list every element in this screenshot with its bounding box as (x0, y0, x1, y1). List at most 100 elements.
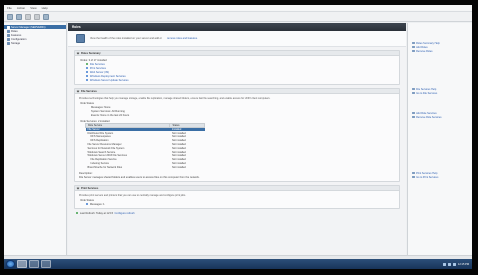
status-line: Events: None in the last 24 hours (91, 113, 130, 117)
action-label: Remove Roles (416, 49, 433, 53)
arrow-right-icon (412, 91, 415, 95)
storage-icon (7, 41, 10, 45)
refresh-icon (76, 212, 79, 215)
main-pane: Roles View the health of the roles insta… (68, 23, 406, 255)
add-remove-roles-link[interactable]: remove roles and features. (167, 37, 198, 40)
monitor-bezel: File Action View Help Server Manager (SE… (0, 0, 478, 275)
toolbar (4, 12, 472, 22)
help-icon (412, 87, 415, 91)
help-icon (412, 41, 415, 45)
help-icon (412, 171, 415, 175)
flag-icon[interactable] (452, 262, 456, 266)
chevron-down-icon (76, 51, 80, 55)
action-go-to-print-services[interactable]: Go to Print Services (408, 175, 472, 179)
configuration-icon (7, 37, 10, 41)
file-services-section: File Services Provides technologies that… (74, 88, 400, 183)
chevron-down-icon (76, 186, 80, 190)
info-icon (86, 203, 89, 206)
features-icon (7, 33, 10, 37)
action-label: Add Roles (416, 45, 428, 49)
explorer-taskbar-icon[interactable] (41, 260, 51, 268)
start-button[interactable] (6, 260, 15, 268)
action-label: Go to Print Services (416, 175, 439, 179)
tree-item-label: Roles (11, 29, 18, 33)
roles-summary-banner: View the health of the roles installed o… (68, 31, 406, 47)
action-label: Remove Role Services (416, 115, 442, 119)
server-icon (7, 25, 10, 29)
network-icon[interactable] (442, 262, 446, 266)
remove-icon (412, 49, 415, 53)
table-row[interactable]: BranchCache for Network Files Not install… (86, 165, 205, 169)
add-icon (412, 45, 415, 49)
chevron-down-icon (76, 89, 80, 93)
role-label: Windows Deployment Services (89, 74, 126, 78)
section-title: File Services (81, 89, 97, 93)
role-status-icon (86, 62, 89, 66)
roles-summary-section: Roles Summary Roles: 3 of 17 installed F… (74, 50, 400, 85)
system-tray: 12:15 PM (442, 262, 472, 266)
menu-bar: File Action View Help (4, 5, 472, 12)
taskbar: 12:15 PM (4, 259, 472, 269)
cell: BranchCache for Network Files (87, 165, 123, 169)
configure-refresh-link[interactable]: Configure refresh (115, 212, 135, 215)
action-label: Go to File Services (416, 91, 438, 95)
role-item[interactable]: Windows Server Update Services (79, 78, 395, 82)
menu-help[interactable]: Help (42, 6, 48, 10)
refresh-line: Last Refresh: Today at 12:15 Configure r… (68, 211, 406, 215)
last-refresh-label: Last Refresh: Today at 12:15 (79, 211, 114, 215)
clock[interactable]: 12:15 PM (458, 263, 469, 266)
role-label: Windows Server Update Services (89, 78, 129, 82)
navigation-tree: Server Manager (SERVER01) Roles Features… (4, 23, 67, 255)
section-title: Print Services (81, 186, 99, 190)
role-status-title: Role Status (80, 101, 94, 105)
roles-count-label: Roles: 3 of 17 installed (80, 58, 107, 62)
role-label: Web Server (IIS) (89, 70, 110, 74)
menu-file[interactable]: File (7, 6, 12, 10)
add-icon (412, 111, 415, 115)
role-status-icon (86, 70, 89, 74)
menu-action[interactable]: Action (17, 6, 25, 10)
description-row: File Server manages shared folders and e… (79, 175, 395, 179)
messages-label: Messages: 1 (89, 202, 105, 206)
action-label: Print Services Help (416, 171, 438, 175)
arrow-right-icon (412, 175, 415, 179)
menu-view[interactable]: View (30, 6, 36, 10)
description-text: File Server manages shared folders and e… (79, 175, 200, 179)
print-services-section: Print Services Provides print servers an… (74, 185, 400, 210)
action-label: Add Role Services (416, 111, 437, 115)
remove-icon (412, 115, 415, 119)
forward-icon[interactable] (16, 13, 22, 20)
roles-icon (7, 29, 10, 33)
help-icon[interactable] (43, 13, 49, 20)
volume-icon[interactable] (447, 262, 451, 266)
action-label: Roles Summary Help (416, 41, 440, 45)
role-status-title: Role Status (80, 198, 94, 202)
powershell-taskbar-icon[interactable] (29, 260, 39, 268)
cell: Not installed (171, 165, 186, 169)
role-status-icon (86, 74, 89, 78)
tree-item-label: Server Manager (SERVER01) (11, 25, 46, 29)
page-title: Roles (72, 25, 81, 29)
server-manager-taskbar-icon[interactable] (17, 260, 27, 268)
role-status-icon (86, 66, 89, 70)
summary-text: View the health of the roles installed o… (90, 37, 162, 40)
section-title: Roles Summary (81, 51, 101, 55)
refresh-icon[interactable] (34, 13, 40, 20)
up-icon[interactable] (25, 13, 31, 20)
action-label: File Services Help (416, 87, 437, 91)
back-icon[interactable] (7, 13, 13, 20)
tree-item-label: Features (11, 33, 22, 37)
role-label: File Services (89, 62, 105, 66)
main-header: Roles (68, 23, 406, 31)
role-status-icon (86, 78, 89, 82)
role-services-table: Role Service Status File Server Installed… (84, 123, 205, 169)
roles-icon (76, 34, 85, 43)
description-label: Description: (79, 171, 93, 175)
tree-item-storage[interactable]: Storage (4, 41, 66, 45)
screen: File Action View Help Server Manager (SE… (4, 5, 472, 269)
tree-item-label: Storage (11, 41, 21, 45)
messages-line[interactable]: Messages: 1 (79, 202, 395, 206)
tree-item-label: Configuration (11, 37, 27, 41)
role-services-title: Role Services: 2 installed (80, 119, 110, 123)
role-label: Print Services (89, 66, 106, 70)
